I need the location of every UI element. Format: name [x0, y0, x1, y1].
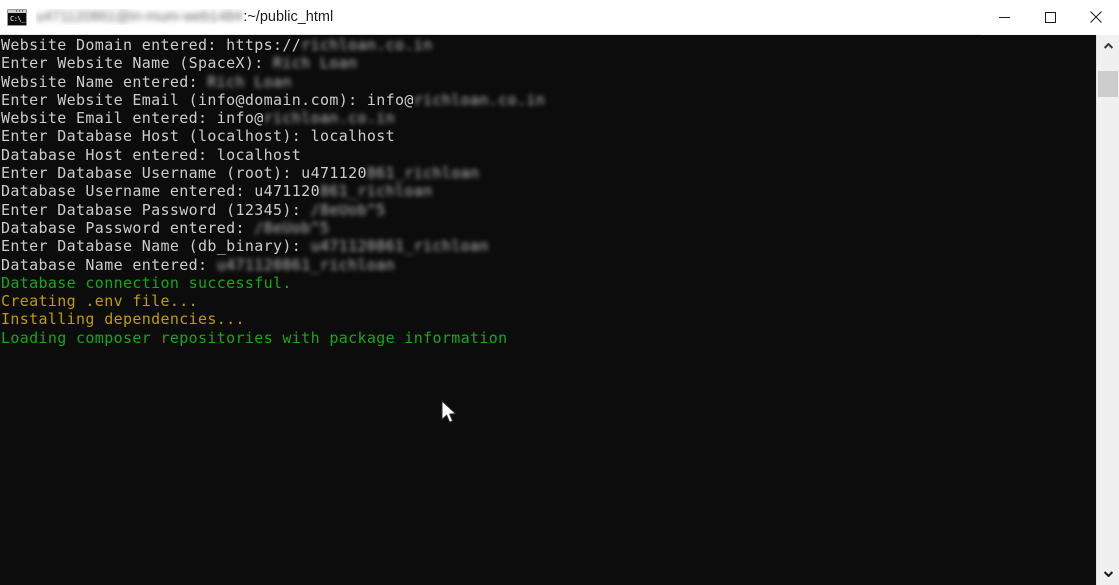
console-text: Database Password entered:	[1, 218, 255, 237]
console-icon: C:\_	[7, 8, 27, 26]
console-line: Enter Website Name (SpaceX): Rich Loan	[1, 54, 1096, 72]
window-title-path: :~/public_html	[243, 9, 334, 25]
minimize-button[interactable]	[981, 0, 1027, 35]
console-line: Database connection successful.	[1, 274, 1096, 292]
console-text: Website Email entered: info@	[1, 109, 264, 128]
console-text: Installing dependencies...	[1, 310, 245, 329]
minimize-icon	[998, 16, 1010, 18]
maximize-icon	[1044, 11, 1056, 23]
titlebar-drag-region[interactable]: C:\_ u471120861@in-mum-web1484:~/public_…	[0, 0, 981, 34]
console-text: Enter Database Name (db_binary):	[1, 237, 311, 256]
console-lines: Website Domain entered: https://richloan…	[1, 36, 1096, 347]
close-icon	[1090, 11, 1102, 23]
console-text: Database Name entered:	[1, 255, 217, 274]
redacted-text: 861_richloan	[366, 164, 480, 183]
terminal-output-area[interactable]: Website Domain entered: https://richloan…	[0, 35, 1096, 585]
console-line: Creating .env file...	[1, 292, 1096, 310]
console-line: Database Username entered: u471120861_ri…	[1, 182, 1096, 200]
console-line: Loading composer repositories with packa…	[1, 329, 1096, 347]
window-titlebar[interactable]: C:\_ u471120861@in-mum-web1484:~/public_…	[0, 0, 1119, 35]
chevron-up-icon	[1103, 43, 1113, 49]
console-line: Website Domain entered: https://richloan…	[1, 36, 1096, 54]
console-line: Enter Website Email (info@domain.com): i…	[1, 91, 1096, 109]
scroll-down-button[interactable]	[1097, 563, 1119, 585]
redacted-text: Rich Loan	[273, 54, 358, 73]
redacted-text: /8eUob^5	[310, 200, 386, 219]
console-text: Database connection successful.	[1, 273, 292, 292]
redacted-text: u471120861_richloan	[310, 237, 489, 256]
scroll-up-button[interactable]	[1097, 35, 1119, 57]
close-button[interactable]	[1073, 0, 1119, 35]
console-line: Enter Database Password (12345): /8eUob^…	[1, 201, 1096, 219]
scrollbar-thumb[interactable]	[1098, 71, 1118, 97]
console-line: Database Host entered: localhost	[1, 146, 1096, 164]
console-line: Website Name entered: Rich Loan	[1, 73, 1096, 91]
console-line: Enter Database Host (localhost): localho…	[1, 127, 1096, 145]
console-line: Enter Database Username (root): u4711208…	[1, 164, 1096, 182]
window-title-host: u471120861@in-mum-web1484	[36, 9, 243, 25]
console-line: Database Password entered: /8eUob^5	[1, 219, 1096, 237]
redacted-text: u471120861_richloan	[216, 255, 395, 274]
window-title: u471120861@in-mum-web1484:~/public_html	[36, 9, 333, 25]
console-line: Website Email entered: info@richloan.co.…	[1, 109, 1096, 127]
redacted-text: Rich Loan	[207, 72, 292, 91]
maximize-button[interactable]	[1027, 0, 1073, 35]
console-text: Creating .env file...	[1, 292, 198, 311]
console-line: Database Name entered: u471120861_richlo…	[1, 256, 1096, 274]
console-text: Enter Database Password (12345):	[1, 200, 311, 219]
vertical-scrollbar[interactable]	[1096, 35, 1119, 585]
console-text: Enter Database Username (root): u471120	[1, 164, 367, 183]
redacted-text: richloan.co.in	[263, 109, 396, 128]
redacted-text: richloan.co.in	[413, 90, 546, 109]
redacted-text: /8eUob^5	[254, 218, 330, 237]
console-text: Enter Website Email (info@domain.com): i…	[1, 90, 414, 109]
console-text: Website Domain entered: https://	[1, 36, 302, 54]
terminal-window: C:\_ u471120861@in-mum-web1484:~/public_…	[0, 0, 1119, 585]
redacted-text: richloan.co.in	[301, 36, 433, 54]
console-text: Enter Website Name (SpaceX):	[1, 54, 274, 73]
console-line: Installing dependencies...	[1, 310, 1096, 328]
console-text: Loading composer repositories with packa…	[1, 328, 508, 347]
console-text: Database Host entered: localhost	[1, 145, 302, 164]
console-text: Database Username entered: u471120	[1, 182, 320, 201]
redacted-text: 861_richloan	[319, 182, 433, 201]
console-text: Enter Database Host (localhost): localho…	[1, 127, 395, 146]
console-text: Website Name entered:	[1, 72, 208, 91]
window-controls	[981, 0, 1119, 35]
chevron-down-icon	[1103, 571, 1113, 577]
console-line: Enter Database Name (db_binary): u471120…	[1, 237, 1096, 255]
